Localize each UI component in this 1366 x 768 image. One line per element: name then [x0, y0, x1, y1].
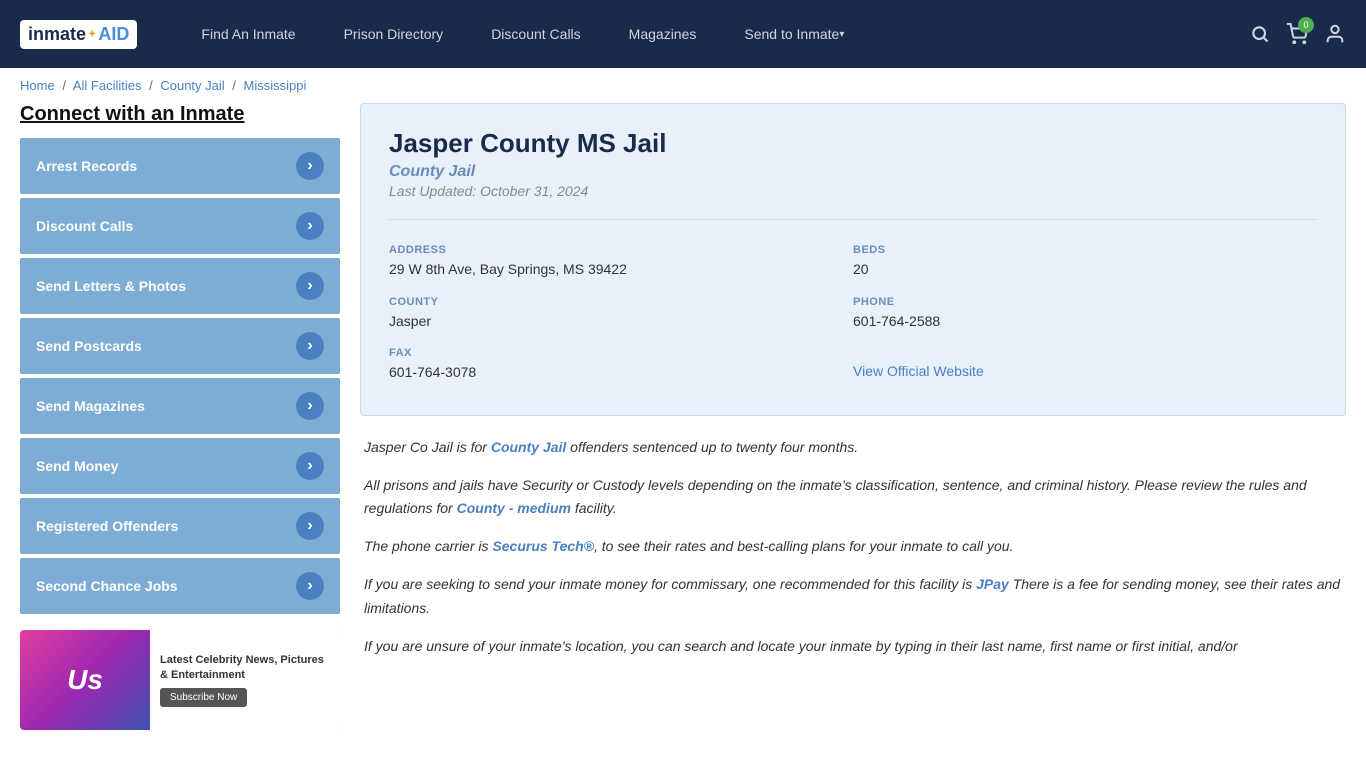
website-spacer: [853, 347, 1317, 359]
desc-para3-post: , to see their rates and best-calling pl…: [594, 538, 1013, 554]
logo[interactable]: inmate ✦ AID: [20, 20, 137, 49]
facility-card: Jasper County MS Jail County Jail Last U…: [360, 103, 1346, 416]
county-value: Jasper: [389, 312, 853, 332]
search-button[interactable]: [1250, 24, 1270, 44]
sidebar-label-registered-offenders: Registered Offenders: [36, 518, 178, 534]
desc-para-5: If you are unsure of your inmate’s locat…: [364, 635, 1342, 659]
page-content: Connect with an Inmate Arrest Records › …: [0, 103, 1366, 750]
desc-para-3: The phone carrier is Securus Tech®, to s…: [364, 535, 1342, 559]
arrow-icon-6: ›: [296, 512, 324, 540]
breadcrumb-sep-1: /: [62, 78, 66, 93]
fax-label: FAX: [389, 347, 853, 359]
county-cell: COUNTY Jasper: [389, 288, 853, 340]
county-jail-link-1[interactable]: County Jail: [491, 439, 566, 455]
desc-para-1: Jasper Co Jail is for County Jail offend…: [364, 436, 1342, 460]
beds-value: 20: [853, 260, 1317, 280]
phone-cell: PHONE 601-764-2588: [853, 288, 1317, 340]
sidebar-label-discount-calls: Discount Calls: [36, 218, 133, 234]
user-button[interactable]: [1324, 23, 1346, 45]
logo-text-inmate: inmate: [28, 24, 86, 45]
facility-type: County Jail: [389, 163, 1317, 181]
desc-para3-pre: The phone carrier is: [364, 538, 492, 554]
sidebar-btn-second-chance-jobs[interactable]: Second Chance Jobs ›: [20, 558, 340, 614]
website-cell: View Official Website: [853, 339, 1317, 391]
desc-para1-pre: Jasper Co Jail is for: [364, 439, 491, 455]
facility-details: ADDRESS 29 W 8th Ave, Bay Springs, MS 39…: [389, 219, 1317, 391]
arrow-icon-2: ›: [296, 272, 324, 300]
main-content: Jasper County MS Jail County Jail Last U…: [360, 103, 1346, 730]
arrow-icon-1: ›: [296, 212, 324, 240]
breadcrumb-state[interactable]: Mississippi: [244, 78, 307, 93]
sidebar-label-arrest-records: Arrest Records: [36, 158, 137, 174]
sidebar-btn-send-letters[interactable]: Send Letters & Photos ›: [20, 258, 340, 314]
nav-send-to-inmate[interactable]: Send to Inmate: [720, 0, 868, 68]
sidebar-title: Connect with an Inmate: [20, 103, 340, 126]
ad-headline: Latest Celebrity News, Pictures & Entert…: [160, 653, 330, 682]
facility-name: Jasper County MS Jail: [389, 128, 1317, 159]
sidebar-label-second-chance-jobs: Second Chance Jobs: [36, 578, 178, 594]
desc-para4-pre: If you are seeking to send your inmate m…: [364, 576, 976, 592]
breadcrumb-all-facilities[interactable]: All Facilities: [73, 78, 142, 93]
sidebar-btn-send-money[interactable]: Send Money ›: [20, 438, 340, 494]
breadcrumb-home[interactable]: Home: [20, 78, 55, 93]
cart-button[interactable]: 0: [1286, 23, 1308, 45]
cart-badge: 0: [1298, 17, 1314, 33]
sidebar: Connect with an Inmate Arrest Records › …: [20, 103, 340, 730]
breadcrumb-county-jail[interactable]: County Jail: [160, 78, 224, 93]
view-official-website-link[interactable]: View Official Website: [853, 363, 984, 379]
nav-prison-directory[interactable]: Prison Directory: [320, 0, 468, 68]
desc-para-2: All prisons and jails have Security or C…: [364, 474, 1342, 522]
arrow-icon-5: ›: [296, 452, 324, 480]
sidebar-label-send-magazines: Send Magazines: [36, 398, 145, 414]
ad-subscribe-button[interactable]: Subscribe Now: [160, 688, 247, 707]
sidebar-btn-discount-calls[interactable]: Discount Calls ›: [20, 198, 340, 254]
sidebar-btn-send-magazines[interactable]: Send Magazines ›: [20, 378, 340, 434]
desc-para1-post: offenders sentenced up to twenty four mo…: [566, 439, 858, 455]
desc-para2-post: facility.: [571, 500, 617, 516]
ad-brand-logo: Us: [20, 630, 150, 730]
sidebar-btn-arrest-records[interactable]: Arrest Records ›: [20, 138, 340, 194]
breadcrumb: Home / All Facilities / County Jail / Mi…: [0, 68, 1366, 103]
fax-cell: FAX 601-764-3078: [389, 339, 853, 391]
arrow-icon-3: ›: [296, 332, 324, 360]
sidebar-btn-registered-offenders[interactable]: Registered Offenders ›: [20, 498, 340, 554]
logo-text-aid: AID: [98, 24, 129, 45]
nav-icons: 0: [1250, 23, 1346, 45]
sidebar-label-send-letters: Send Letters & Photos: [36, 278, 186, 294]
address-label: ADDRESS: [389, 244, 853, 256]
description-area: Jasper Co Jail is for County Jail offend…: [360, 436, 1346, 659]
jpay-link[interactable]: JPay: [976, 576, 1009, 592]
logo-star-icon: ✦: [88, 29, 96, 40]
nav-find-inmate[interactable]: Find An Inmate: [177, 0, 319, 68]
arrow-icon-4: ›: [296, 392, 324, 420]
nav-links: Find An Inmate Prison Directory Discount…: [177, 0, 1250, 68]
fax-value: 601-764-3078: [389, 363, 853, 383]
address-cell: ADDRESS 29 W 8th Ave, Bay Springs, MS 39…: [389, 236, 853, 288]
sidebar-ad: Us Latest Celebrity News, Pictures & Ent…: [20, 630, 340, 730]
beds-cell: BEDS 20: [853, 236, 1317, 288]
breadcrumb-sep-2: /: [149, 78, 153, 93]
ad-text-content: Latest Celebrity News, Pictures & Entert…: [150, 630, 340, 730]
nav-magazines[interactable]: Magazines: [605, 0, 721, 68]
phone-value: 601-764-2588: [853, 312, 1317, 332]
securus-tech-link[interactable]: Securus Tech®: [492, 538, 594, 554]
desc-para-4: If you are seeking to send your inmate m…: [364, 573, 1342, 621]
breadcrumb-sep-3: /: [232, 78, 236, 93]
county-medium-link[interactable]: County - medium: [457, 500, 571, 516]
sidebar-label-send-money: Send Money: [36, 458, 118, 474]
arrow-icon-7: ›: [296, 572, 324, 600]
sidebar-label-send-postcards: Send Postcards: [36, 338, 142, 354]
sidebar-btn-send-postcards[interactable]: Send Postcards ›: [20, 318, 340, 374]
address-value: 29 W 8th Ave, Bay Springs, MS 39422: [389, 260, 853, 280]
facility-updated: Last Updated: October 31, 2024: [389, 183, 1317, 199]
beds-label: BEDS: [853, 244, 1317, 256]
nav-discount-calls[interactable]: Discount Calls: [467, 0, 604, 68]
arrow-icon-0: ›: [296, 152, 324, 180]
county-label: COUNTY: [389, 296, 853, 308]
main-nav: inmate ✦ AID Find An Inmate Prison Direc…: [0, 0, 1366, 68]
phone-label: PHONE: [853, 296, 1317, 308]
